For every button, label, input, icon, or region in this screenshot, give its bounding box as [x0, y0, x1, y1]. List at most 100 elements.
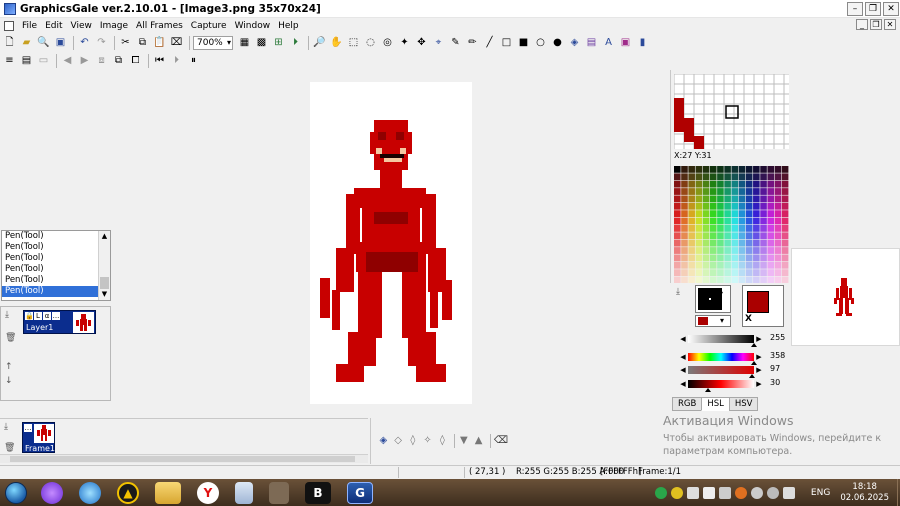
palette-swatch[interactable]: [681, 225, 688, 232]
palette-swatch[interactable]: [674, 217, 681, 225]
palette-swatch[interactable]: [753, 269, 760, 277]
palette-swatch[interactable]: [745, 188, 753, 195]
palette-swatch[interactable]: [781, 217, 789, 225]
palette-swatch[interactable]: [724, 195, 731, 203]
palette-swatch[interactable]: [731, 195, 739, 203]
filled-rect-icon[interactable]: ■: [516, 36, 531, 50]
frame-delete-icon[interactable]: ▭: [36, 54, 51, 68]
palette-swatch[interactable]: [702, 188, 710, 195]
select-grid-icon[interactable]: ⊞: [271, 36, 286, 50]
palette-swatch[interactable]: [717, 232, 724, 240]
open-icon[interactable]: ▰: [19, 36, 34, 50]
palette-swatch[interactable]: [709, 166, 717, 173]
palette-swatch[interactable]: [738, 232, 746, 240]
doc-minimize-button[interactable]: _: [856, 19, 868, 30]
palette-swatch[interactable]: [774, 217, 782, 225]
palette-swatch[interactable]: [745, 269, 753, 277]
palette-swatch[interactable]: [688, 217, 695, 225]
hue-slider[interactable]: ◀ ▶ 255: [678, 333, 785, 347]
palette-swatch[interactable]: [731, 269, 739, 277]
move-down-icon[interactable]: ↓: [5, 376, 13, 386]
palette-swatch[interactable]: [709, 195, 717, 203]
filled-ellipse-icon[interactable]: ●: [550, 36, 565, 50]
palette-swatch[interactable]: [724, 188, 731, 195]
eraser-icon[interactable]: ⌫: [494, 434, 508, 448]
palette-swatch[interactable]: [695, 180, 703, 188]
palette-swatch[interactable]: [767, 261, 775, 269]
palette-swatch[interactable]: [767, 269, 775, 277]
zoom-select[interactable]: 700%: [193, 36, 233, 50]
palette-swatch[interactable]: [760, 188, 767, 195]
palette-swatch[interactable]: [767, 166, 775, 173]
palette-swatch[interactable]: [753, 217, 760, 225]
layer-alpha-flag[interactable]: α: [43, 312, 51, 320]
palette-swatch[interactable]: [753, 232, 760, 240]
palette-swatch[interactable]: [674, 173, 681, 181]
history-item[interactable]: Pen(Tool): [2, 264, 98, 275]
palette-swatch[interactable]: [717, 217, 724, 225]
diamond-remove-icon[interactable]: ◊: [436, 434, 449, 448]
palette-swatch[interactable]: [695, 254, 703, 262]
palette-swatch[interactable]: [781, 173, 789, 181]
history-item[interactable]: Pen(Tool): [2, 275, 98, 286]
palette-swatch[interactable]: [709, 217, 717, 225]
palette-swatch[interactable]: [753, 166, 760, 173]
crop-icon[interactable]: ⌧: [169, 36, 184, 50]
history-scrollbar[interactable]: ▲ ▼: [98, 231, 110, 300]
next-frame-icon[interactable]: ▶: [77, 54, 92, 68]
palette-swatch[interactable]: [781, 202, 789, 210]
palette-swatch[interactable]: [753, 254, 760, 262]
palette-swatch[interactable]: [681, 195, 688, 203]
slider-left-icon[interactable]: ◀: [678, 353, 688, 361]
move-icon[interactable]: ✥: [414, 36, 429, 50]
palette-swatch[interactable]: [681, 217, 688, 225]
slider-right-icon[interactable]: ▶: [754, 353, 764, 361]
palette-swatch[interactable]: [738, 225, 746, 232]
color-pen-icon[interactable]: ▮: [635, 36, 650, 50]
palette-swatch[interactable]: [738, 239, 746, 247]
palette-swatch[interactable]: [681, 261, 688, 269]
grid-icon[interactable]: ▦: [237, 36, 252, 50]
palette-swatch[interactable]: [738, 269, 746, 277]
palette-swatch[interactable]: [781, 247, 789, 254]
tray-app-icon[interactable]: [654, 486, 667, 499]
diamond-add-icon[interactable]: ✧: [421, 434, 434, 448]
palette-swatch[interactable]: [767, 217, 775, 225]
zoom-preview-grid[interactable]: [673, 73, 789, 149]
doc-close-button[interactable]: ✕: [884, 19, 896, 30]
palette-swatch[interactable]: [781, 232, 789, 240]
undo-icon[interactable]: ↶: [77, 36, 92, 50]
palette-swatch[interactable]: [688, 247, 695, 254]
palette-swatch[interactable]: [745, 217, 753, 225]
play-animation-icon[interactable]: ⏵: [169, 54, 184, 68]
magic-wand-icon[interactable]: ✦: [397, 36, 412, 50]
palette-swatch[interactable]: [674, 195, 681, 203]
alice-assistant-icon[interactable]: [41, 481, 63, 504]
file-explorer-icon[interactable]: [155, 481, 181, 504]
palette-swatch[interactable]: [781, 166, 789, 173]
play-icon[interactable]: ⏵: [288, 36, 303, 50]
palette-swatch[interactable]: [688, 202, 695, 210]
palette-swatch[interactable]: [774, 269, 782, 277]
minimize-button[interactable]: –: [847, 2, 863, 16]
network-icon[interactable]: [782, 486, 795, 499]
color-download-icon[interactable]: ⤓: [676, 287, 680, 297]
palette-swatch[interactable]: [724, 269, 731, 277]
palette-swatch[interactable]: [724, 254, 731, 262]
palette-swatch[interactable]: [753, 225, 760, 232]
menu-window[interactable]: Window: [231, 21, 275, 31]
palette-swatch[interactable]: [731, 261, 739, 269]
palette-swatch[interactable]: [702, 195, 710, 203]
palette-swatch[interactable]: [738, 202, 746, 210]
palette-swatch[interactable]: [688, 225, 695, 232]
hue-spectrum-slider[interactable]: ◀ ▶ 358: [678, 351, 785, 365]
palette-swatch[interactable]: [724, 173, 731, 181]
copy-icon[interactable]: ⧉: [135, 36, 150, 50]
frame-trash-icon[interactable]: 🗑: [4, 443, 15, 453]
palette-swatch[interactable]: [681, 166, 688, 173]
layer-lock-flag[interactable]: 🔒: [25, 312, 34, 320]
palette-swatch[interactable]: [709, 202, 717, 210]
palette-swatch[interactable]: [767, 232, 775, 240]
palette-swatch[interactable]: [774, 195, 782, 203]
palette-swatch[interactable]: [695, 225, 703, 232]
